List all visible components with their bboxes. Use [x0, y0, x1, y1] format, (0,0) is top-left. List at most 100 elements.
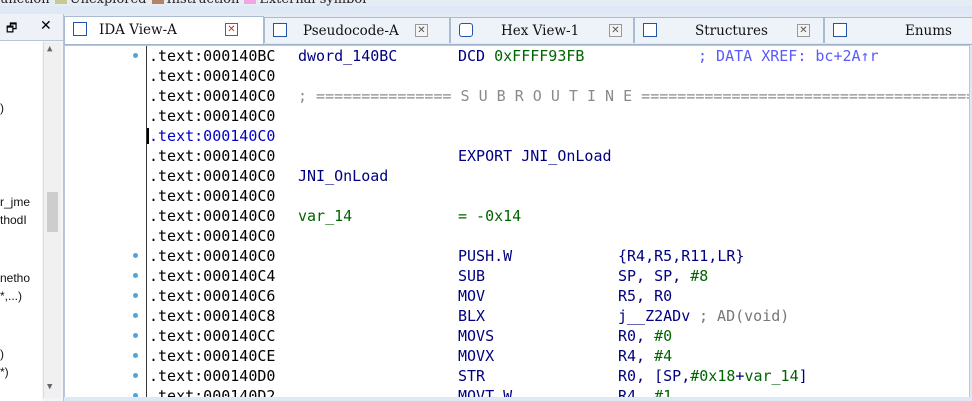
- disasm-line[interactable]: .text:000140C0 PUSH.W {R4,R5,R11,LR}: [65, 246, 969, 266]
- disasm-line[interactable]: .text:000140C0: [65, 186, 969, 206]
- breakpoint-dot-icon[interactable]: [133, 333, 138, 338]
- breakpoint-dot-icon[interactable]: [133, 313, 138, 318]
- tab-label: Structures: [695, 23, 768, 39]
- disasm-line[interactable]: .text:000140D0 STR R0, [SP,#0x18+var_14]: [65, 366, 969, 386]
- address[interactable]: .text:000140C0: [149, 186, 275, 206]
- address[interactable]: .text:000140C8: [149, 306, 275, 326]
- legend-swatch: [54, 0, 67, 4]
- address[interactable]: .text:000140C0: [149, 66, 275, 86]
- mnemonic[interactable]: MOVS: [458, 326, 494, 346]
- breakpoint-dot-icon[interactable]: [133, 273, 138, 278]
- tab-label: IDA View-A: [99, 22, 177, 38]
- mnemonic[interactable]: BLX: [458, 306, 485, 326]
- legend-label: Instruction: [167, 0, 240, 6]
- label[interactable]: JNI_OnLoad: [298, 166, 388, 186]
- address[interactable]: .text:000140D0: [149, 366, 275, 386]
- scroll-up-icon[interactable]: ▲: [47, 44, 52, 54]
- function-list-item[interactable]: r_jme: [0, 195, 30, 209]
- disasm-line[interactable]: .text:000140CE MOVX R4, #4: [65, 346, 969, 366]
- tab-label: Hex View-1: [501, 23, 580, 39]
- scroll-down-icon[interactable]: ▼: [47, 382, 52, 392]
- mnemonic[interactable]: DCD 0xFFFF93FB: [458, 46, 584, 66]
- address[interactable]: .text:000140C0: [149, 166, 275, 186]
- breakpoint-dot-icon[interactable]: [133, 353, 138, 358]
- left-scrollbar[interactable]: ▲ ▼: [43, 42, 61, 398]
- operand-value[interactable]: 0xFFFF93FB: [494, 47, 584, 65]
- function-list-item[interactable]: *,...): [0, 289, 22, 303]
- address[interactable]: .text:000140C0: [149, 86, 275, 106]
- function-list[interactable]: ) r_jme thodI netho *,...)) *): [0, 41, 42, 401]
- breakpoint-dot-icon[interactable]: [133, 373, 138, 378]
- disasm-line[interactable]: .text:000140C0: [65, 226, 969, 246]
- address[interactable]: .text:000140C0: [149, 126, 275, 146]
- address[interactable]: .text:000140BC: [149, 46, 275, 66]
- tab-hex-view-1[interactable]: Hex View-1 ✕: [450, 17, 634, 43]
- mnemonic[interactable]: STR: [458, 366, 485, 386]
- disasm-line[interactable]: .text:000140C4 SUB SP, SP, #8: [65, 266, 969, 286]
- label[interactable]: dword_140BC: [298, 46, 397, 66]
- disasm-line[interactable]: .text:000140CC MOVS R0, #0: [65, 326, 969, 346]
- close-tab-icon[interactable]: ✕: [609, 24, 622, 37]
- disasm-line[interactable]: .text:000140BC dword_140BC DCD 0xFFFF93FB;…: [65, 46, 969, 66]
- tab-pseudocode-a[interactable]: Pseudocode-A ✕: [264, 17, 450, 43]
- address[interactable]: .text:000140C0: [149, 106, 275, 126]
- operands[interactable]: j__Z2ADv: [618, 306, 690, 326]
- function-list-item[interactable]: netho: [0, 271, 30, 285]
- address[interactable]: .text:000140CE: [149, 346, 275, 366]
- address[interactable]: .text:000140C4: [149, 266, 275, 286]
- tab-structures[interactable]: Structures ✕: [634, 17, 824, 43]
- left-panel-toolbar: 🗗 ✕: [0, 14, 63, 41]
- scroll-thumb[interactable]: [47, 192, 58, 232]
- address[interactable]: .text:000140C0: [149, 226, 275, 246]
- disasm-line[interactable]: .text:000140C0 var_14 = -0x14: [65, 206, 969, 226]
- disasm-line[interactable]: .text:000140C6 MOV R5, R0: [65, 286, 969, 306]
- disasm-line[interactable]: .text:000140C0: [65, 106, 969, 126]
- disasm-line[interactable]: .text:000140C0: [65, 66, 969, 86]
- disasm-line[interactable]: .text:000140C0: [65, 126, 969, 146]
- disasm-line[interactable]: .text:000140C8 BLX j__Z2ADv ; AD(void): [65, 306, 969, 326]
- function-list-item[interactable]: thodI: [0, 213, 27, 227]
- address[interactable]: .text:000140C0: [149, 146, 275, 166]
- address[interactable]: .text:000140C0: [149, 206, 275, 226]
- comment[interactable]: ; AD(void): [699, 306, 789, 326]
- function-list-item[interactable]: ): [0, 101, 4, 115]
- mnemonic[interactable]: MOV: [458, 286, 485, 306]
- close-tab-icon[interactable]: ✕: [415, 24, 428, 37]
- disasm-line[interactable]: .text:000140C0 EXPORT JNI_OnLoad: [65, 146, 969, 166]
- label[interactable]: var_14: [298, 206, 352, 226]
- operands[interactable]: R5, R0: [618, 286, 672, 306]
- close-tab-icon[interactable]: ✕: [225, 23, 238, 36]
- operands[interactable]: SP, SP, #8: [618, 266, 708, 286]
- disasm-line[interactable]: .text:000140C0 ; =============== S U B R …: [65, 86, 969, 106]
- address[interactable]: .text:000140CC: [149, 326, 275, 346]
- close-icon[interactable]: ✕: [40, 17, 52, 34]
- mnemonic[interactable]: PUSH.W: [458, 246, 512, 266]
- mnemonic[interactable]: MOVX: [458, 346, 494, 366]
- tab-label: Enums: [905, 23, 952, 39]
- operands[interactable]: R0, [SP,#0x18+var_14]: [618, 366, 808, 386]
- address[interactable]: .text:000140C0: [149, 246, 275, 266]
- operands[interactable]: R0, #0: [618, 326, 672, 346]
- mnemonic[interactable]: EXPORT JNI_OnLoad: [458, 146, 612, 166]
- close-tab-icon[interactable]: ✕: [797, 24, 810, 37]
- disassembly-view[interactable]: .text:000140BC dword_140BC DCD 0xFFFF93FB;…: [64, 45, 970, 399]
- function-list-item[interactable]: *): [0, 365, 9, 379]
- tab-enums[interactable]: Enums: [824, 17, 972, 43]
- address[interactable]: .text:000140C6: [149, 286, 275, 306]
- legend-label: External symbol: [259, 0, 366, 6]
- pin-icon[interactable]: 🗗: [6, 19, 17, 40]
- mnemonic[interactable]: SUB: [458, 266, 485, 286]
- operands[interactable]: {R4,R5,R11,LR}: [618, 246, 744, 266]
- disasm-line[interactable]: .text:000140C0 JNI_OnLoad: [65, 166, 969, 186]
- mnemonic[interactable]: = -0x14: [458, 206, 521, 226]
- breakpoint-dot-icon[interactable]: [133, 253, 138, 258]
- operands[interactable]: R4, #4: [618, 346, 672, 366]
- breakpoint-dot-icon[interactable]: [133, 293, 138, 298]
- legend-label: unction: [0, 0, 50, 6]
- function-list-item[interactable]: ): [0, 347, 4, 361]
- breakpoint-dot-icon[interactable]: [133, 53, 138, 58]
- legend-label: Unexplored: [70, 0, 147, 6]
- enums-icon: [833, 23, 847, 37]
- tab-ida-view-a[interactable]: IDA View-A ✕: [64, 16, 264, 44]
- xref-comment[interactable]: ; DATA XREF: bc+2A↑r: [698, 46, 879, 66]
